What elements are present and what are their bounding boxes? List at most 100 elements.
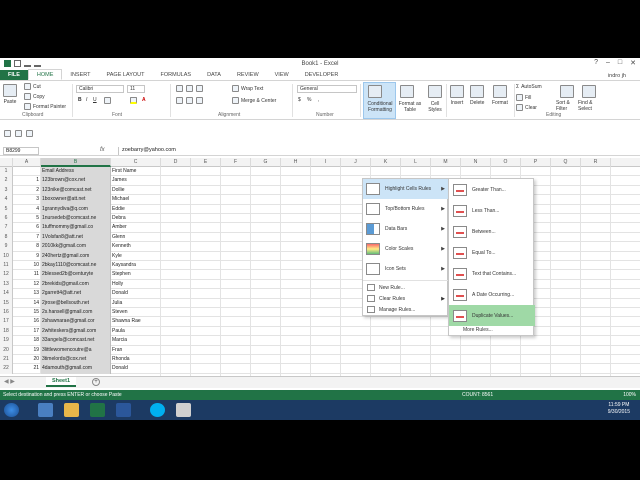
- cell-b[interactable]: 2shawnarae@gmail.cor: [41, 317, 111, 327]
- format-as-table-icon[interactable]: [400, 85, 414, 98]
- find-select-button[interactable]: Find & Select: [578, 85, 600, 112]
- tab-home[interactable]: HOME: [27, 69, 63, 80]
- menu-item-clear-rules[interactable]: Clear Rules ▶: [363, 293, 449, 304]
- cell-c[interactable]: Holly: [111, 279, 161, 290]
- submenu-item-between[interactable]: Between...: [449, 221, 535, 242]
- name-box[interactable]: B8299: [3, 147, 39, 155]
- cell-a[interactable]: 16: [13, 317, 41, 327]
- column-header-i[interactable]: I: [311, 158, 341, 167]
- format-painter-button[interactable]: Format Painter: [24, 103, 66, 110]
- submenu-item-date-occurring[interactable]: A Date Occurring...: [449, 284, 535, 305]
- row-header[interactable]: 12: [0, 270, 13, 280]
- align-right-button[interactable]: [196, 97, 203, 104]
- cell-b[interactable]: 33angels@comcast.net: [41, 336, 111, 346]
- cell-a[interactable]: 9: [13, 251, 41, 261]
- row-header[interactable]: 2: [0, 176, 13, 186]
- spreadsheet-grid[interactable]: ABCDEFGHIJKLMNOPQR 1 Email Address First N…: [0, 158, 640, 376]
- cell-a[interactable]: 5: [13, 214, 41, 224]
- tab-data[interactable]: DATA: [199, 70, 229, 80]
- cell-a[interactable]: 19: [13, 345, 41, 355]
- cell-b[interactable]: 4damouth@gmail.com: [41, 364, 111, 374]
- insert-function-button[interactable]: fx: [100, 147, 105, 153]
- cell-a[interactable]: 18: [13, 336, 41, 346]
- column-header-d[interactable]: D: [161, 158, 191, 167]
- column-header-m[interactable]: M: [431, 158, 461, 167]
- font-size-combo[interactable]: 11: [127, 85, 145, 93]
- cell-a[interactable]: 6: [13, 223, 41, 233]
- cell-c[interactable]: First Name: [111, 167, 161, 177]
- help-icon[interactable]: ?: [594, 59, 598, 67]
- cell-c[interactable]: Dollie: [111, 185, 161, 196]
- cell-b[interactable]: 2bkay1110@comcast.ne: [41, 261, 111, 271]
- cell-c[interactable]: Stephen: [111, 270, 161, 280]
- cell-b[interactable]: 2brekids@gmail.com: [41, 279, 111, 290]
- cell-a[interactable]: 1: [13, 176, 41, 186]
- zoom-level[interactable]: 100%: [623, 390, 636, 400]
- column-header-p[interactable]: P: [521, 158, 551, 167]
- menu-item-data-bars[interactable]: Data Bars ▶: [363, 219, 449, 239]
- sort-filter-button[interactable]: Sort & Filter: [556, 85, 578, 112]
- borders-button[interactable]: [104, 97, 111, 104]
- cell-c[interactable]: Michael: [111, 195, 161, 205]
- sheet-nav-arrows-icon[interactable]: ◀ ▶: [4, 378, 15, 385]
- tab-view[interactable]: VIEW: [267, 70, 297, 80]
- cell-c[interactable]: Donald: [111, 364, 161, 374]
- submenu-item-equal-to[interactable]: Equal To...: [449, 242, 535, 263]
- row-header[interactable]: 8: [0, 232, 13, 243]
- tab-page-layout[interactable]: PAGE LAYOUT: [99, 70, 153, 80]
- row-header[interactable]: 7: [0, 223, 13, 233]
- cell-a[interactable]: 2: [13, 185, 41, 196]
- column-header-j[interactable]: J: [341, 158, 371, 167]
- autosum-button[interactable]: Σ AutoSum: [516, 84, 542, 90]
- cell-a[interactable]: 14: [13, 298, 41, 308]
- row-header[interactable]: 21: [0, 355, 13, 365]
- cell-b[interactable]: 2whiteskers@gmail.com: [41, 326, 111, 337]
- cell-c[interactable]: Marcia: [111, 336, 161, 346]
- cell-a[interactable]: 21: [13, 364, 41, 374]
- cell-a[interactable]: 8: [13, 242, 41, 252]
- row-header[interactable]: 22: [0, 364, 13, 374]
- minimize-icon[interactable]: –: [606, 59, 610, 67]
- cell-a[interactable]: [13, 167, 41, 177]
- cell-a[interactable]: 15: [13, 308, 41, 318]
- column-header-b[interactable]: B: [41, 158, 111, 167]
- row-header[interactable]: 14: [0, 289, 13, 299]
- cell-a[interactable]: 13: [13, 289, 41, 299]
- cell-c[interactable]: James: [111, 176, 161, 186]
- word-taskbar-icon[interactable]: [116, 403, 131, 417]
- fill-color-button[interactable]: [130, 97, 137, 104]
- column-header-o[interactable]: O: [491, 158, 521, 167]
- select-all-corner[interactable]: [0, 158, 13, 167]
- cell-c[interactable]: Donald: [111, 289, 161, 299]
- start-button-icon[interactable]: [4, 403, 19, 417]
- row-header[interactable]: 13: [0, 279, 13, 290]
- fill-button[interactable]: Fill: [516, 94, 531, 101]
- cell-b[interactable]: 2garrett4@att.net: [41, 289, 111, 299]
- cell-a[interactable]: 12: [13, 279, 41, 290]
- cut-button[interactable]: Cut: [24, 83, 41, 90]
- align-top-button[interactable]: [176, 85, 183, 92]
- formula-input[interactable]: zoebarry@yahoo.com: [118, 147, 638, 155]
- cell-b[interactable]: 3littlewomencoutre@a: [41, 345, 111, 355]
- row-header[interactable]: 16: [0, 308, 13, 318]
- sheet-tab-sheet1[interactable]: Sheet1: [46, 377, 76, 387]
- tab-insert[interactable]: INSERT: [62, 70, 98, 80]
- format-cells-button[interactable]: Format: [492, 85, 508, 106]
- row-header[interactable]: 19: [0, 336, 13, 346]
- cell-b[interactable]: 1grannydiva@q.com: [41, 204, 111, 214]
- user-name[interactable]: indro jh: [608, 73, 626, 79]
- wrap-text-button[interactable]: Wrap Text: [232, 85, 263, 92]
- excel-taskbar-icon[interactable]: [90, 403, 105, 417]
- cell-b[interactable]: 3timelords@cox.net: [41, 355, 111, 365]
- submenu-item-greater-than[interactable]: Greater Than...: [449, 179, 535, 200]
- cell-c[interactable]: Kenneth: [111, 242, 161, 252]
- menu-item-icon-sets[interactable]: Icon Sets ▶: [363, 259, 449, 279]
- align-middle-button[interactable]: [186, 85, 193, 92]
- undo-icon[interactable]: [15, 130, 22, 137]
- row-header[interactable]: 6: [0, 214, 13, 224]
- cell-c[interactable]: Steven: [111, 308, 161, 318]
- copy-button[interactable]: Copy: [24, 93, 45, 100]
- delete-cells-button[interactable]: Delete: [470, 85, 484, 106]
- column-header-f[interactable]: F: [221, 158, 251, 167]
- column-header-a[interactable]: A: [13, 158, 41, 167]
